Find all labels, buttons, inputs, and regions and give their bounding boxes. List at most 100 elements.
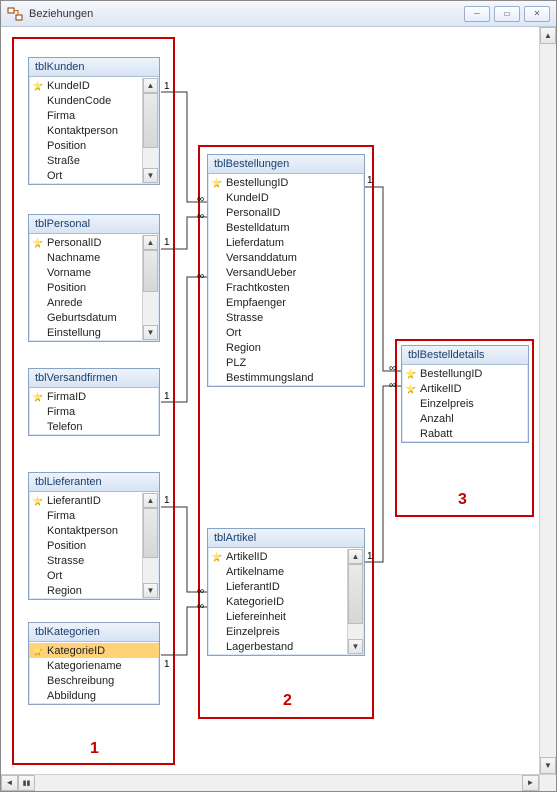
field[interactable]: LieferantID — [208, 579, 347, 594]
scroll-down-button[interactable]: ▼ — [348, 639, 363, 654]
field[interactable]: Bestimmungsland — [208, 370, 364, 385]
field[interactable]: Versanddatum — [208, 250, 364, 265]
scroll-up-button[interactable]: ▲ — [143, 78, 158, 93]
field[interactable]: KategorieID — [29, 643, 159, 658]
field[interactable]: KundeID — [29, 78, 142, 93]
field[interactable]: Position — [29, 538, 142, 553]
field[interactable]: Nachname — [29, 250, 142, 265]
field[interactable]: Ort — [29, 168, 142, 183]
field[interactable]: Firma — [29, 508, 142, 523]
field[interactable]: Empfaenger — [208, 295, 364, 310]
field[interactable]: Einzelpreis — [402, 396, 528, 411]
maximize-button[interactable]: ▭ — [494, 6, 520, 22]
table-kunden-title[interactable]: tblKunden — [29, 58, 159, 77]
minimize-button[interactable]: ─ — [464, 6, 490, 22]
table-lieferanten-fields: ▲ ▼ LieferantID Firma Kontaktperson Posi… — [29, 492, 159, 599]
scroll-left-button[interactable]: ◄ — [1, 775, 18, 791]
relationships-canvas[interactable]: 1 2 3 1 ∞ 1 ∞ 1 ∞ 1 ∞ — [1, 27, 539, 774]
field[interactable]: Vorname — [29, 265, 142, 280]
field[interactable]: Einzelpreis — [208, 624, 347, 639]
field[interactable]: Firma — [29, 108, 142, 123]
field[interactable]: ArtikelID — [208, 549, 347, 564]
field[interactable]: Strasse — [29, 553, 142, 568]
scroll-down-button[interactable]: ▼ — [540, 757, 556, 774]
field[interactable]: Liefereinheit — [208, 609, 347, 624]
field[interactable]: PLZ — [208, 355, 364, 370]
record-selector-button[interactable]: ▮▮ — [18, 775, 35, 791]
field[interactable]: Kontaktperson — [29, 123, 142, 138]
scroll-up-button[interactable]: ▲ — [348, 549, 363, 564]
table-personal[interactable]: tblPersonal ▲ ▼ PersonalID Nachname Vorn… — [28, 214, 160, 342]
close-button[interactable]: ✕ — [524, 6, 550, 22]
field[interactable]: Lagerbestand — [208, 639, 347, 654]
table-artikel[interactable]: tblArtikel ▲ ▼ ArtikelID Artikelname Lie… — [207, 528, 365, 656]
field[interactable]: Beschreibung — [29, 673, 159, 688]
field[interactable]: Einstellung — [29, 325, 142, 340]
scroll-thumb[interactable] — [348, 564, 363, 624]
vertical-scrollbar[interactable]: ▲ ▼ — [539, 27, 556, 774]
field[interactable]: PersonalID — [208, 205, 364, 220]
table-bestelldetails-title[interactable]: tblBestelldetails — [402, 346, 528, 365]
field[interactable]: Geburtsdatum — [29, 310, 142, 325]
field[interactable]: KundeID — [208, 190, 364, 205]
field[interactable]: Firma — [29, 404, 159, 419]
field[interactable]: Anrede — [29, 295, 142, 310]
horizontal-scrollbar[interactable]: ◄ ▮▮ ► — [1, 774, 539, 791]
table-versandfirmen-fields: FirmaID Firma Telefon — [29, 388, 159, 435]
field[interactable]: LieferantID — [29, 493, 142, 508]
table-lieferanten-title[interactable]: tblLieferanten — [29, 473, 159, 492]
field[interactable]: Position — [29, 138, 142, 153]
table-kunden-fields: ▲ ▼ KundeID KundenCode Firma Kontaktpers… — [29, 77, 159, 184]
field[interactable]: PersonalID — [29, 235, 142, 250]
field[interactable]: Anzahl — [402, 411, 528, 426]
field[interactable]: KategorieID — [208, 594, 347, 609]
field[interactable]: Strasse — [208, 310, 364, 325]
scroll-up-button[interactable]: ▲ — [143, 493, 158, 508]
field[interactable]: BestellungID — [402, 366, 528, 381]
table-bestellungen-title[interactable]: tblBestellungen — [208, 155, 364, 174]
field[interactable]: Kategoriename — [29, 658, 159, 673]
field[interactable]: Region — [29, 583, 142, 598]
scroll-down-button[interactable]: ▼ — [143, 583, 158, 598]
field[interactable]: Bestelldatum — [208, 220, 364, 235]
table-kategorien-title[interactable]: tblKategorien — [29, 623, 159, 642]
field[interactable]: Straße — [29, 153, 142, 168]
titlebar[interactable]: Beziehungen ─ ▭ ✕ — [1, 1, 556, 27]
table-kunden[interactable]: tblKunden ▲ ▼ KundeID KundenCode Firma K… — [28, 57, 160, 185]
field[interactable]: Ort — [29, 568, 142, 583]
field[interactable]: ArtikelID — [402, 381, 528, 396]
field[interactable]: Kontaktperson — [29, 523, 142, 538]
field[interactable]: VersandUeber — [208, 265, 364, 280]
field[interactable]: Position — [29, 280, 142, 295]
table-bestellungen[interactable]: tblBestellungen BestellungID KundeID Per… — [207, 154, 365, 387]
scroll-up-button[interactable]: ▲ — [540, 27, 556, 44]
table-versandfirmen-title[interactable]: tblVersandfirmen — [29, 369, 159, 388]
field[interactable]: Ort — [208, 325, 364, 340]
scrollbar-corner — [539, 774, 556, 791]
field[interactable]: Artikelname — [208, 564, 347, 579]
scroll-thumb[interactable] — [143, 250, 158, 292]
field[interactable]: BestellungID — [208, 175, 364, 190]
table-bestelldetails[interactable]: tblBestelldetails BestellungID ArtikelID… — [401, 345, 529, 443]
scroll-up-button[interactable]: ▲ — [143, 235, 158, 250]
field[interactable]: Rabatt — [402, 426, 528, 441]
group-1-label: 1 — [90, 740, 99, 758]
scroll-down-button[interactable]: ▼ — [143, 168, 158, 183]
scroll-thumb[interactable] — [143, 508, 158, 558]
scroll-thumb[interactable] — [143, 93, 158, 148]
field[interactable]: KundenCode — [29, 93, 142, 108]
table-lieferanten[interactable]: tblLieferanten ▲ ▼ LieferantID Firma Kon… — [28, 472, 160, 600]
field[interactable]: Telefon — [29, 419, 159, 434]
scroll-right-button[interactable]: ► — [522, 775, 539, 791]
field[interactable]: FirmaID — [29, 389, 159, 404]
field[interactable]: Region — [208, 340, 364, 355]
table-artikel-title[interactable]: tblArtikel — [208, 529, 364, 548]
field[interactable]: Frachtkosten — [208, 280, 364, 295]
table-versandfirmen[interactable]: tblVersandfirmen FirmaID Firma Telefon — [28, 368, 160, 436]
field[interactable]: Abbildung — [29, 688, 159, 703]
table-kategorien[interactable]: tblKategorien KategorieID Kategoriename … — [28, 622, 160, 705]
field[interactable]: Lieferdatum — [208, 235, 364, 250]
scroll-down-button[interactable]: ▼ — [143, 325, 158, 340]
table-personal-title[interactable]: tblPersonal — [29, 215, 159, 234]
scroll-track[interactable] — [35, 775, 522, 791]
